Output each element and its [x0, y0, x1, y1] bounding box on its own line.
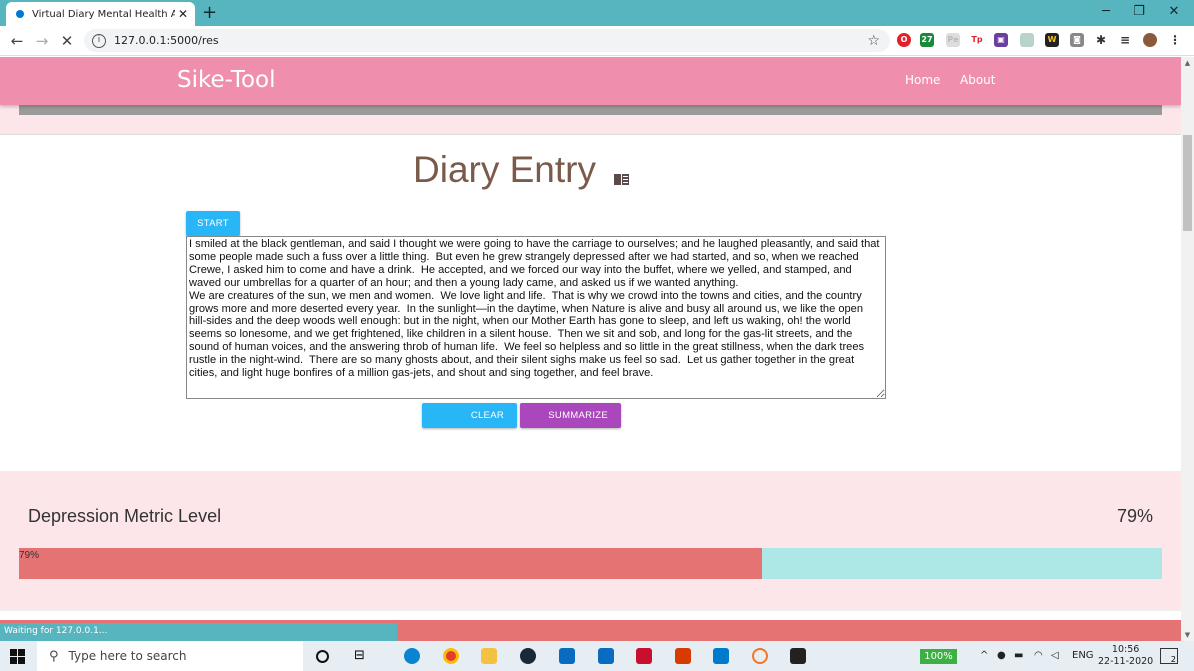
office-icon[interactable]	[675, 648, 691, 664]
notification-icon[interactable]: 2	[1160, 648, 1178, 664]
site-info-icon[interactable]: i	[92, 33, 106, 48]
site-brand[interactable]: Sike-Tool	[177, 67, 276, 93]
l-app-icon[interactable]	[598, 648, 614, 664]
wt-icon[interactable]: W	[1045, 33, 1059, 47]
reader-icon[interactable]	[1020, 33, 1034, 47]
windows-start-icon[interactable]	[10, 649, 25, 664]
volume-icon[interactable]: ◁	[1051, 650, 1059, 661]
minimize-button[interactable]: ─	[1092, 4, 1120, 19]
mail-icon[interactable]	[559, 648, 575, 664]
scrollbar[interactable]: ▲ ▼	[1181, 57, 1194, 641]
metric-percent: 79%	[1117, 506, 1154, 526]
divider	[0, 609, 1181, 611]
scrollbar-thumb[interactable]	[1183, 135, 1192, 231]
vscode-icon[interactable]	[713, 648, 729, 664]
task-view-icon[interactable]: ⊟	[354, 648, 370, 664]
edge-icon[interactable]	[404, 648, 420, 664]
search-icon: ⚲	[49, 648, 59, 664]
search-placeholder: Type here to search	[68, 649, 187, 663]
mic-icon[interactable]: ●	[997, 650, 1006, 661]
battery-level[interactable]: 100%	[920, 649, 957, 664]
new-tab-button[interactable]: +	[202, 3, 217, 23]
back-icon[interactable]: ←	[7, 31, 27, 51]
terminal-icon[interactable]	[790, 648, 806, 664]
header-shadow-bar	[19, 105, 1162, 115]
edge-favicon-icon	[16, 10, 24, 18]
metric-label: Depression Metric Level	[28, 506, 222, 526]
maximize-button[interactable]: ❐	[1125, 4, 1153, 19]
clock-date: 22-11-2020	[1098, 656, 1154, 667]
bookmark-star-icon[interactable]: ☆	[867, 33, 880, 49]
book-icon	[614, 174, 629, 185]
metric-section: Depression Metric Level 79% 79%	[0, 471, 1181, 609]
mcafee-icon[interactable]	[636, 648, 652, 664]
clear-button[interactable]: CLEAR	[422, 403, 517, 428]
forward-icon[interactable]: →	[32, 31, 52, 51]
wifi-icon[interactable]: ◠	[1034, 650, 1043, 661]
tab-title: Virtual Diary Mental Health Analy	[32, 8, 175, 20]
27-icon[interactable]: 27	[920, 33, 934, 47]
taskbar-search[interactable]: ⚲ Type here to search	[37, 641, 303, 671]
jupyter-icon[interactable]	[752, 648, 768, 664]
battery-icon[interactable]: ▬	[1014, 650, 1023, 661]
language-indicator[interactable]: ENG	[1072, 650, 1094, 661]
summarize-button[interactable]: SUMMARIZE	[520, 403, 621, 428]
file-explorer-icon[interactable]	[481, 648, 497, 664]
playlist-icon[interactable]: ≡	[1118, 33, 1132, 47]
opera-icon[interactable]: O	[897, 33, 911, 47]
stop-icon[interactable]: ✕	[57, 31, 77, 51]
chrome-icon[interactable]	[443, 648, 459, 664]
progress-text: 79%	[19, 550, 40, 561]
browser-tab[interactable]: Virtual Diary Mental Health Analy ✕	[6, 2, 195, 26]
url-input[interactable]	[114, 34, 868, 47]
browser-toolbar: ← → ✕ i ☆ O 27 Pe Tp ▣ W ◙ ✱ ≡ ⋮	[0, 26, 1194, 56]
scroll-down-icon[interactable]: ▼	[1181, 629, 1194, 641]
page-title: Diary Entry	[413, 149, 596, 190]
taskbar-clock[interactable]: 10:56 22-11-2020	[1098, 644, 1153, 668]
site-navbar: Sike-Tool Home About	[0, 57, 1181, 105]
camera-icon[interactable]: ◙	[1070, 33, 1084, 47]
close-tab-icon[interactable]: ✕	[175, 7, 191, 21]
nav-link-about[interactable]: About	[960, 73, 995, 87]
clock-time: 10:56	[1111, 644, 1140, 655]
close-window-button[interactable]: ✕	[1160, 4, 1188, 19]
progress-track: 79%	[19, 548, 1162, 579]
divider	[0, 134, 1181, 135]
cortana-icon[interactable]	[316, 650, 329, 663]
pe-icon[interactable]: Pe	[946, 33, 960, 47]
steam-icon[interactable]	[520, 648, 536, 664]
tp-icon[interactable]: Tp	[970, 33, 984, 47]
chevron-up-icon[interactable]: ^	[980, 650, 988, 661]
profile-icon[interactable]	[1143, 33, 1157, 47]
windows-taskbar: ⚲ Type here to search ⊟ 100% ^ ● ▬ ◠ ◁ E…	[0, 641, 1194, 671]
puzzle-icon[interactable]: ✱	[1094, 33, 1108, 47]
pocket-icon[interactable]: ▣	[994, 33, 1008, 47]
diary-entry-textarea[interactable]: I smiled at the black gentleman, and sai…	[186, 236, 886, 399]
address-bar[interactable]: i ☆	[84, 29, 890, 52]
browser-tabstrip: Virtual Diary Mental Health Analy ✕ + ─ …	[0, 0, 1194, 26]
progress-fill	[19, 548, 762, 579]
nav-link-home[interactable]: Home	[905, 73, 940, 87]
page-viewport: Sike-Tool Home About Diary Entry START I…	[0, 57, 1181, 641]
scroll-up-icon[interactable]: ▲	[1181, 57, 1194, 69]
start-button[interactable]: START	[186, 211, 240, 236]
menu-icon[interactable]: ⋮	[1168, 33, 1182, 47]
browser-status: Waiting for 127.0.0.1...	[0, 623, 397, 641]
